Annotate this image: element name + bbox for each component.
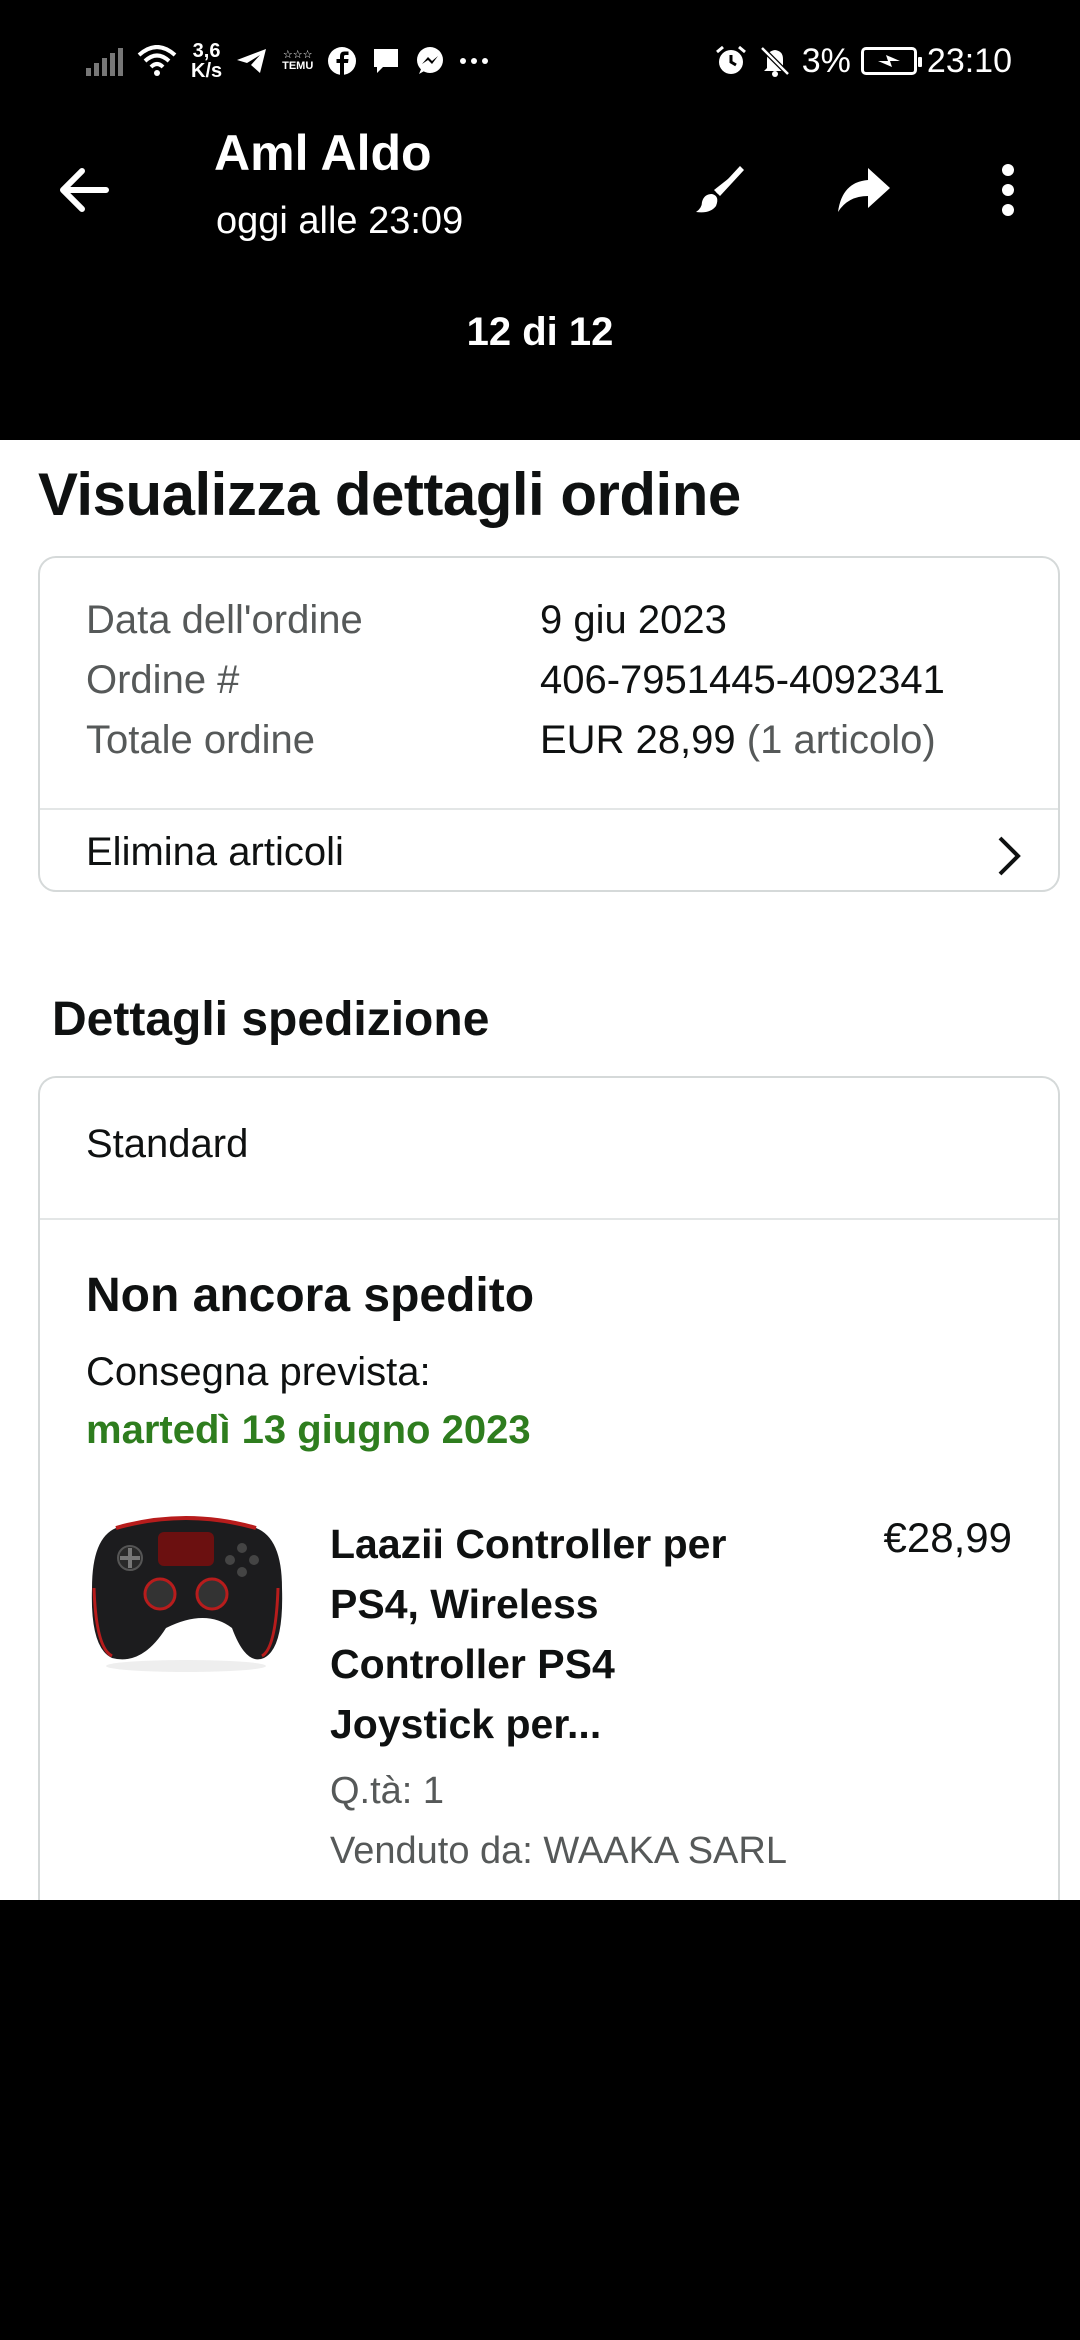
facebook-icon	[327, 46, 357, 76]
product-price: €28,99	[883, 1514, 1012, 1561]
more-notifications-icon	[459, 56, 489, 66]
product-seller: Venduto da: WAAKA SARL	[330, 1830, 787, 1872]
shipping-section-title: Dettagli spedizione	[52, 993, 490, 1046]
order-total-value: EUR 28,99 (1 articolo)	[540, 718, 936, 763]
back-button[interactable]	[50, 156, 118, 224]
alarm-icon	[714, 44, 748, 78]
order-date-row: Data dell'ordine 9 giu 2023	[86, 598, 727, 643]
chevron-right-icon	[998, 836, 1021, 876]
controller-image	[91, 1516, 283, 1672]
back-arrow-icon	[60, 168, 109, 212]
order-total-row: Totale ordine EUR 28,99 (1 articolo)	[86, 718, 936, 763]
chat-icon	[371, 46, 401, 76]
shipping-method: Standard	[86, 1122, 249, 1166]
more-icon	[1002, 164, 1014, 216]
temu-icon-label: TEMU	[282, 60, 314, 72]
edit-icon	[696, 166, 744, 213]
order-number-value: 406-7951445-4092341	[540, 658, 945, 702]
mute-icon	[758, 44, 792, 78]
telegram-icon	[236, 47, 268, 75]
messenger-icon	[415, 46, 445, 76]
shipping-card: Standard Non ancora spedito Consegna pre…	[38, 1076, 1060, 1900]
order-total-items: (1 articolo)	[746, 718, 936, 762]
order-total-label: Totale ordine	[86, 718, 316, 762]
battery-icon	[860, 47, 922, 75]
delivery-label: Consegna prevista:	[86, 1350, 431, 1394]
viewer-toolbar: Aml Aldo oggi alle 23:09 12 di 12	[0, 120, 1080, 440]
order-total-amount: EUR 28,99	[540, 718, 736, 762]
status-left: 3,6 K/s ☆☆☆ TEMU	[86, 36, 489, 86]
order-number-label: Ordine #	[86, 658, 240, 702]
signal-icon	[86, 46, 123, 76]
product-image[interactable]	[86, 1498, 286, 1678]
divider	[40, 1218, 1058, 1220]
clock: 23:10	[926, 41, 1012, 80]
product-quantity: Q.tà: 1	[330, 1770, 445, 1812]
order-number-row: Ordine # 406-7951445-4092341	[86, 658, 945, 703]
product-title[interactable]: Laazii Controller per PS4, Wireless Cont…	[330, 1514, 770, 1754]
page-title: Visualizza dettagli ordine	[38, 461, 741, 528]
image-counter: 12 di 12	[466, 310, 614, 354]
message-timestamp: oggi alle 23:09	[216, 200, 464, 242]
status-right: 3% 23:10	[714, 36, 1012, 86]
net-speed-value: 3,6	[192, 40, 221, 62]
net-speed: 3,6 K/s	[191, 41, 222, 81]
net-speed-unit: K/s	[191, 60, 223, 82]
order-date-label: Data dell'ordine	[86, 598, 363, 642]
edit-button[interactable]	[680, 150, 760, 230]
wifi-icon	[137, 45, 177, 77]
shared-image[interactable]: Visualizza dettagli ordine Data dell'ord…	[0, 440, 1080, 1900]
battery-percent: 3%	[801, 41, 851, 80]
delete-items-row[interactable]: Elimina articoli	[40, 810, 1058, 892]
order-date-value: 9 giu 2023	[540, 598, 727, 642]
share-icon	[838, 168, 890, 212]
delete-items-label: Elimina articoli	[86, 830, 344, 874]
status-bar: 3,6 K/s ☆☆☆ TEMU 3% 23:10	[0, 0, 1080, 120]
temu-icon: ☆☆☆ TEMU	[282, 50, 313, 72]
shipping-status: Non ancora spedito	[86, 1269, 535, 1322]
more-options-button[interactable]	[968, 150, 1048, 230]
sender-name: Aml Aldo	[214, 125, 432, 181]
share-button[interactable]	[824, 150, 904, 230]
delivery-date: martedì 13 giugno 2023	[86, 1408, 531, 1452]
order-summary-card: Data dell'ordine 9 giu 2023 Ordine # 406…	[38, 556, 1060, 892]
